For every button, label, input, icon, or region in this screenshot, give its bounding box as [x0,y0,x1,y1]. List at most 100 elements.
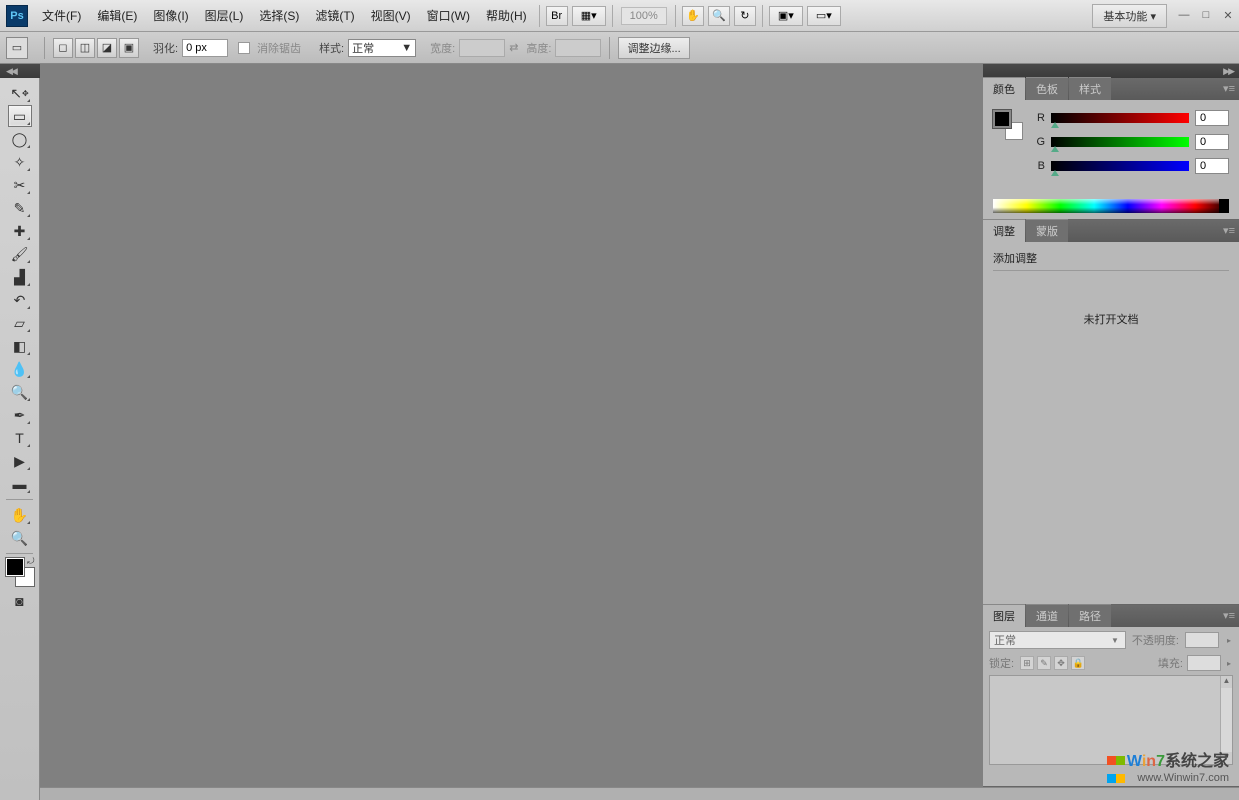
menu-filter[interactable]: 滤镜(T) [307,3,362,28]
clone-stamp-tool[interactable]: ▟ [8,266,32,288]
hand-tool[interactable]: ✋ [8,504,32,526]
separator [762,5,763,27]
panels-dock-strip[interactable]: ▶▶ [983,64,1239,78]
color-swatches[interactable]: ⤾ [6,558,34,586]
lock-pixels-icon: ⊞ [1020,656,1034,670]
scroll-up-icon[interactable]: ▲ [1221,676,1232,688]
adjustments-title: 添加调整 [993,250,1229,271]
bridge-button[interactable]: Br [546,6,568,26]
intersect-selection-button[interactable]: ▣ [119,38,139,58]
menu-window[interactable]: 窗口(W) [419,3,478,28]
brush-tool[interactable]: 🖌 [8,243,32,265]
pen-tool[interactable]: ✒ [8,404,32,426]
menu-image[interactable]: 图像(I) [145,3,196,28]
foreground-color-swatch[interactable] [6,558,24,576]
subtract-selection-button[interactable]: ◪ [97,38,117,58]
tab-adjustments[interactable]: 调整 [983,219,1025,242]
panel-menu-icon[interactable]: ▾≡ [1223,609,1235,622]
collapse-icon[interactable]: ◀◀ [6,66,16,77]
quick-mask-button[interactable]: ◙ [8,590,32,612]
lock-brush-icon: ✎ [1037,656,1051,670]
gradient-tool[interactable]: ◧ [8,335,32,357]
refine-edge-button[interactable]: 调整边缘... [618,37,689,59]
r-input[interactable] [1195,110,1229,126]
separator [675,5,676,27]
options-bar: ▭ ◻ ◫ ◪ ▣ 羽化: 消除锯齿 样式: 正常▼ 宽度: ⇄ 高度: 调整边… [0,32,1239,64]
history-brush-tool[interactable]: ↶ [8,289,32,311]
separator [539,5,540,27]
workspace-selector[interactable]: 基本功能 ▾ [1092,4,1167,28]
hand-tool-shortcut[interactable]: ✋ [682,6,704,26]
move-tool[interactable]: ↖✥ [8,82,32,104]
canvas-area[interactable] [40,78,983,787]
adjustments-panel: 添加调整 未打开文档 [983,242,1239,605]
menu-bar: Ps 文件(F) 编辑(E) 图像(I) 图层(L) 选择(S) 滤镜(T) 视… [0,0,1239,32]
color-panel: R G B [983,100,1239,220]
tab-masks[interactable]: 蒙版 [1026,219,1068,242]
zoom-tool[interactable]: 🔍 [8,527,32,549]
menu-file[interactable]: 文件(F) [34,3,89,28]
g-slider[interactable] [1051,137,1189,147]
lasso-tool[interactable]: ◯ [8,128,32,150]
lock-position-icon: ✥ [1054,656,1068,670]
opacity-label: 不透明度: [1132,632,1179,648]
maximize-button[interactable]: □ [1197,9,1215,23]
tab-styles[interactable]: 样式 [1069,77,1111,100]
fg-color-chip[interactable] [993,110,1011,128]
marquee-tool[interactable]: ▭ [8,105,32,127]
zoom-tool-shortcut[interactable]: 🔍 [708,6,730,26]
b-slider[interactable] [1051,161,1189,171]
menu-help[interactable]: 帮助(H) [478,3,535,28]
zoom-level[interactable]: 100% [621,7,667,25]
r-slider[interactable] [1051,113,1189,123]
blur-tool[interactable]: 💧 [8,358,32,380]
b-input[interactable] [1195,158,1229,174]
panel-menu-icon[interactable]: ▾≡ [1223,224,1235,237]
eyedropper-tool[interactable]: ✎ [8,197,32,219]
dodge-tool[interactable]: 🔍 [8,381,32,403]
healing-brush-tool[interactable]: ✚ [8,220,32,242]
height-input [555,39,601,57]
color-spectrum[interactable] [993,199,1229,213]
tab-paths[interactable]: 路径 [1069,604,1111,627]
shape-tool[interactable]: ▬ [8,473,32,495]
current-tool-icon[interactable]: ▭ [6,37,28,59]
tab-swatches[interactable]: 色板 [1026,77,1068,100]
feather-input[interactable] [182,39,228,57]
menu-select[interactable]: 选择(S) [251,3,307,28]
menu-layer[interactable]: 图层(L) [197,3,252,28]
fill-input [1187,655,1221,671]
tab-channels[interactable]: 通道 [1026,604,1068,627]
collapse-icon[interactable]: ▶▶ [1223,66,1233,77]
app-logo: Ps [6,5,28,27]
magic-wand-tool[interactable]: ✧ [8,151,32,173]
r-label: R [1031,112,1045,124]
menu-view[interactable]: 视图(V) [363,3,419,28]
style-select[interactable]: 正常▼ [348,39,416,57]
eraser-tool[interactable]: ▱ [8,312,32,334]
new-selection-button[interactable]: ◻ [53,38,73,58]
arrange-docs-button[interactable]: ▣▾ [769,6,803,26]
scroll-down-icon[interactable]: ▼ [1221,752,1232,764]
minimize-button[interactable]: — [1175,9,1193,23]
type-tool[interactable]: T [8,427,32,449]
close-button[interactable]: ✕ [1219,9,1237,23]
toolbox: ↖✥ ▭ ◯ ✧ ✂ ✎ ✚ 🖌 ▟ ↶ ▱ ◧ 💧 🔍 ✒ T ▶ ▬ ✋ 🔍… [0,78,40,800]
style-label: 样式: [319,40,344,56]
layers-scrollbar[interactable]: ▲ ▼ [1220,676,1232,764]
g-input[interactable] [1195,134,1229,150]
crop-tool[interactable]: ✂ [8,174,32,196]
rotate-view-shortcut[interactable]: ↻ [734,6,756,26]
panel-menu-icon[interactable]: ▾≡ [1223,82,1235,95]
path-selection-tool[interactable]: ▶ [8,450,32,472]
b-label: B [1031,160,1045,172]
toolbox-dock-strip[interactable]: ◀◀ [0,64,40,78]
antialias-checkbox [238,42,250,54]
tab-color[interactable]: 颜色 [983,77,1025,100]
swap-colors-icon[interactable]: ⤾ [27,556,35,567]
screen-mode-button[interactable]: ▭▾ [807,6,841,26]
add-selection-button[interactable]: ◫ [75,38,95,58]
tab-layers[interactable]: 图层 [983,604,1025,627]
menu-edit[interactable]: 编辑(E) [89,3,145,28]
mini-bridge-button[interactable]: ▦▾ [572,6,606,26]
